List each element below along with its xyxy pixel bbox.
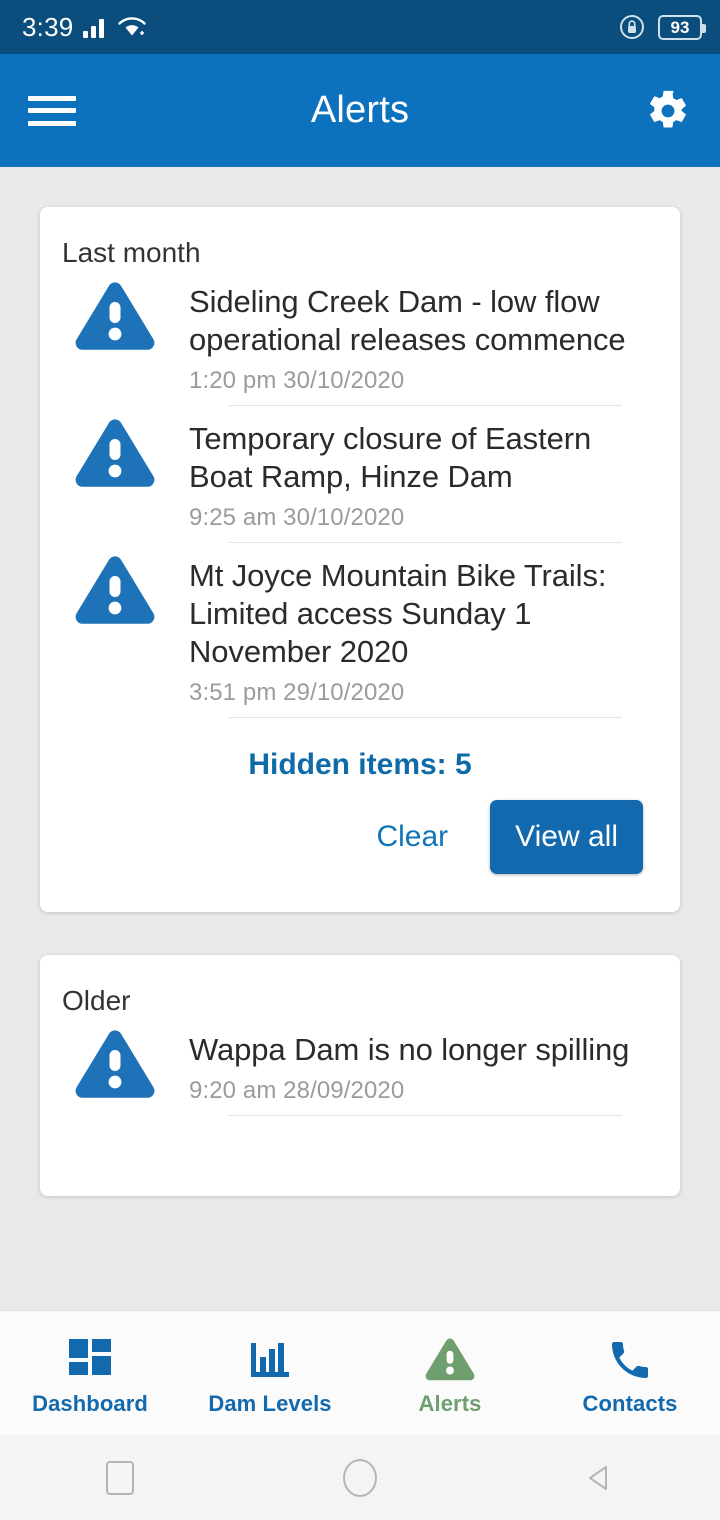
alerts-scroll-area[interactable]: Last month Sideling Creek Dam - low flow… [0,167,720,1310]
app-bar: Alerts [0,54,720,167]
status-bar-left: 3:39 [22,12,147,43]
nav-tab-label: Alerts [418,1391,482,1416]
alert-list-item[interactable]: Temporary closure of Eastern Boat Ramp, … [40,406,680,542]
phone-screen: 3:39 93 Alerts Last month Sideling Creek… [0,0,720,1520]
page-title: Alerts [310,89,410,131]
back-button[interactable] [480,1458,720,1498]
battery-icon: 93 [658,14,706,40]
warning-triangle-icon [75,419,154,487]
alert-list-item[interactable]: Mt Joyce Mountain Bike Trails: Limited a… [40,543,680,717]
status-bar-right: 93 [618,13,706,41]
wifi-icon [118,17,147,36]
alert-title: Temporary closure of Eastern Boat Ramp, … [189,421,592,494]
card-actions: Clear View all [40,800,680,912]
android-system-nav [0,1435,720,1520]
phone-icon [606,1335,654,1385]
nav-tab-alerts[interactable]: Alerts [360,1311,540,1435]
alert-title: Mt Joyce Mountain Bike Trails: Limited a… [189,558,607,669]
alert-content: Sideling Creek Dam - low flow operationa… [189,269,680,405]
alert-timestamp: 9:20 am 28/09/2020 [189,1077,405,1104]
home-button[interactable] [240,1458,480,1497]
cellular-signal-icon [83,19,105,38]
status-bar-clock: 3:39 [22,11,74,42]
alert-icon-column [40,1017,189,1103]
hidden-items-label: Hidden items: 5 [248,748,472,781]
clear-button[interactable]: Clear [366,806,458,868]
alert-list-item[interactable]: Wappa Dam is no longer spilling 9:20 am … [40,1017,680,1115]
triangle-back-icon [589,1465,607,1490]
warning-triangle-icon [424,1335,476,1385]
rotation-lock-icon [620,15,644,39]
warning-triangle-icon [75,1030,154,1098]
alert-content: Mt Joyce Mountain Bike Trails: Limited a… [189,543,680,717]
nav-tab-dam-levels[interactable]: Dam Levels [180,1311,360,1435]
alert-icon-column [40,543,189,629]
square-recents-icon [106,1460,134,1495]
warning-triangle-icon [75,556,154,624]
gear-icon [650,90,686,127]
alerts-card-last-month: Last month Sideling Creek Dam - low flow… [40,207,680,912]
nav-tab-contacts[interactable]: Contacts [540,1311,720,1435]
hamburger-line [28,108,76,113]
bar-chart-icon [247,1335,293,1385]
settings-button[interactable] [644,87,692,135]
nav-tab-label: Dam Levels [208,1391,332,1416]
alert-icon-column [40,269,189,355]
alert-title: Wappa Dam is no longer spilling [189,1032,630,1067]
alert-timestamp: 1:20 pm 30/10/2020 [189,367,405,394]
section-heading: Older [62,985,131,1016]
hamburger-line [28,95,76,101]
alert-timestamp: 9:25 am 30/10/2020 [189,504,405,531]
warning-triangle-icon [75,282,154,350]
alerts-card-older: Older Wappa Dam is no longer spilling 9:… [40,955,680,1196]
view-all-button[interactable]: View all [490,800,643,874]
status-bar: 3:39 93 [0,0,720,54]
section-heading: Last month [62,237,201,268]
hamburger-line [28,120,76,126]
alert-icon-column [40,406,189,492]
nav-tab-label: Contacts [582,1391,678,1416]
nav-tab-label: Dashboard [32,1391,148,1416]
circle-home-icon [343,1458,377,1497]
bottom-navigation: Dashboard Dam Levels Alerts Contacts [0,1310,720,1435]
alert-list-item[interactable]: Sideling Creek Dam - low flow operationa… [40,269,680,405]
alert-timestamp: 3:51 pm 29/10/2020 [189,679,405,706]
nav-tab-dashboard[interactable]: Dashboard [0,1311,180,1435]
battery-level: 93 [670,17,690,37]
recents-button[interactable] [0,1460,240,1495]
alert-content: Wappa Dam is no longer spilling 9:20 am … [189,1017,680,1115]
alert-title: Sideling Creek Dam - low flow operationa… [189,284,626,357]
dashboard-grid-icon [67,1335,113,1385]
alert-content: Temporary closure of Eastern Boat Ramp, … [189,406,680,542]
hamburger-menu-icon[interactable] [28,93,76,129]
